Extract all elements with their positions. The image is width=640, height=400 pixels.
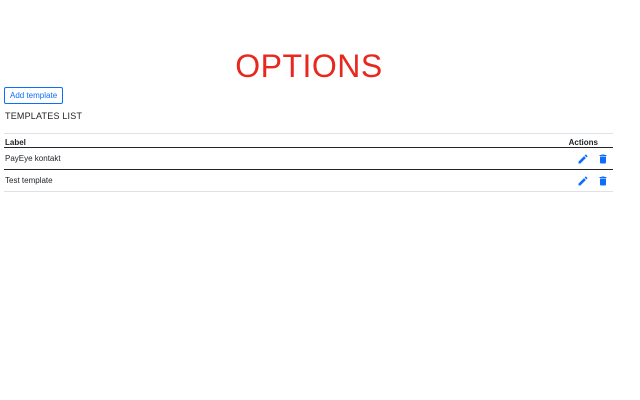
row-actions: [344, 147, 613, 170]
row-actions: [344, 169, 613, 192]
templates-list-title: TEMPLATES LIST: [5, 111, 83, 121]
pencil-icon[interactable]: [577, 153, 589, 165]
pencil-icon[interactable]: [577, 175, 589, 187]
templates-table: Label Actions PayEye kontakt Test templa…: [4, 133, 613, 192]
table-row: Test template: [4, 169, 613, 192]
template-label: PayEye kontakt: [4, 147, 345, 170]
trash-icon[interactable]: [597, 175, 609, 187]
options-page: OPTIONS Add template TEMPLATES LIST Labe…: [0, 0, 640, 400]
trash-icon[interactable]: [597, 153, 609, 165]
page-title: OPTIONS: [235, 48, 383, 84]
add-template-button[interactable]: Add template: [4, 87, 64, 104]
column-header-actions: Actions: [344, 133, 613, 148]
column-header-label: Label: [4, 133, 345, 148]
template-label: Test template: [4, 169, 345, 192]
table-header-row: Label Actions: [4, 133, 613, 148]
table-row: PayEye kontakt: [4, 147, 613, 170]
